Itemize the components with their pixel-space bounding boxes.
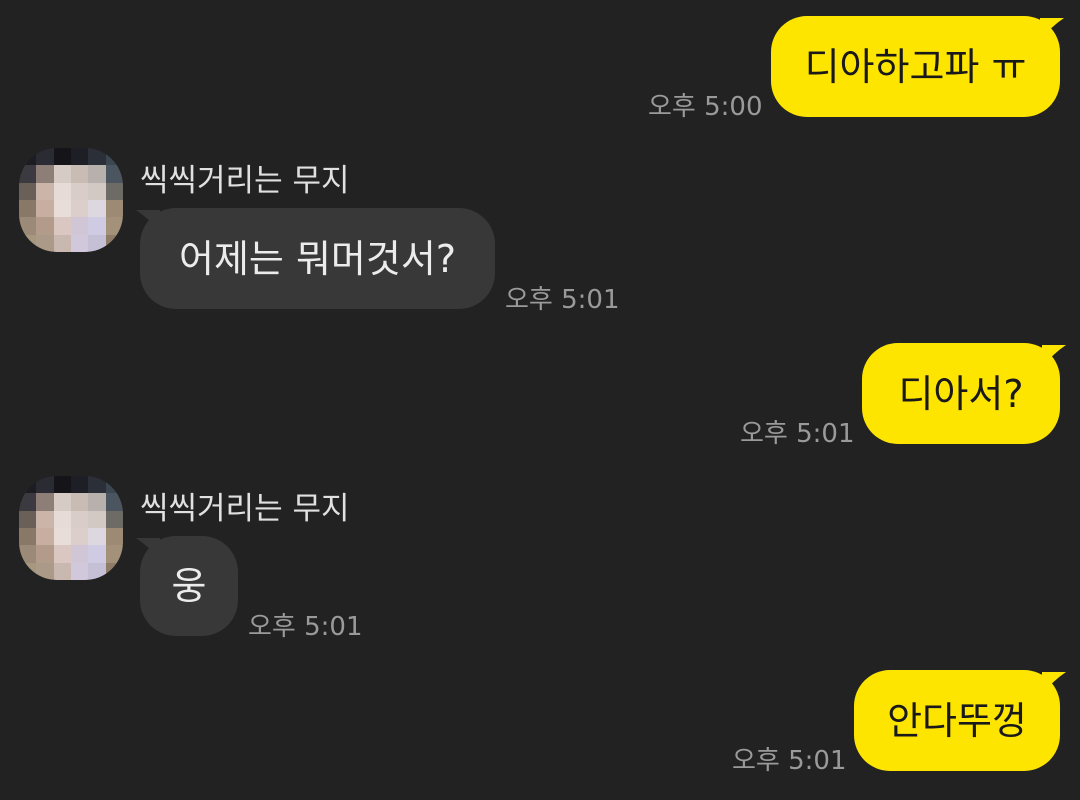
their-message-bubble[interactable]: 웅 [140, 536, 238, 636]
message-timestamp: 오후 5:01 [732, 746, 847, 776]
sender-name: 씩씩거리는 무지 [140, 163, 350, 199]
their-message-bubble[interactable]: 어제는 뭐머것서? [140, 208, 495, 309]
message-text: 디아서? [898, 371, 1024, 416]
message-text: 디아하고파 ㅠ [804, 44, 1027, 89]
sender-name: 씩씩거리는 무지 [140, 491, 350, 527]
message-text: 어제는 뭐머것서? [179, 236, 456, 281]
message-text: 웅 [171, 564, 207, 608]
my-message-bubble[interactable]: 디아서? [862, 343, 1060, 444]
sender-avatar-blurred[interactable] [19, 476, 123, 580]
message-timestamp: 오후 5:01 [740, 419, 855, 449]
message-timestamp: 오후 5:01 [248, 612, 363, 642]
message-text: 안다뚜껑 [887, 698, 1027, 743]
sender-avatar-blurred[interactable] [19, 148, 123, 252]
message-timestamp: 오후 5:00 [648, 92, 763, 122]
message-timestamp: 오후 5:01 [505, 285, 620, 315]
chat-message-list[interactable]: 디아하고파 ㅠ 오후 5:00 씩씩거리는 무지 어제는 뭐머것서? 오후 5:… [0, 0, 1080, 800]
my-message-bubble[interactable]: 안다뚜껑 [854, 670, 1060, 771]
my-message-bubble[interactable]: 디아하고파 ㅠ [771, 16, 1060, 117]
